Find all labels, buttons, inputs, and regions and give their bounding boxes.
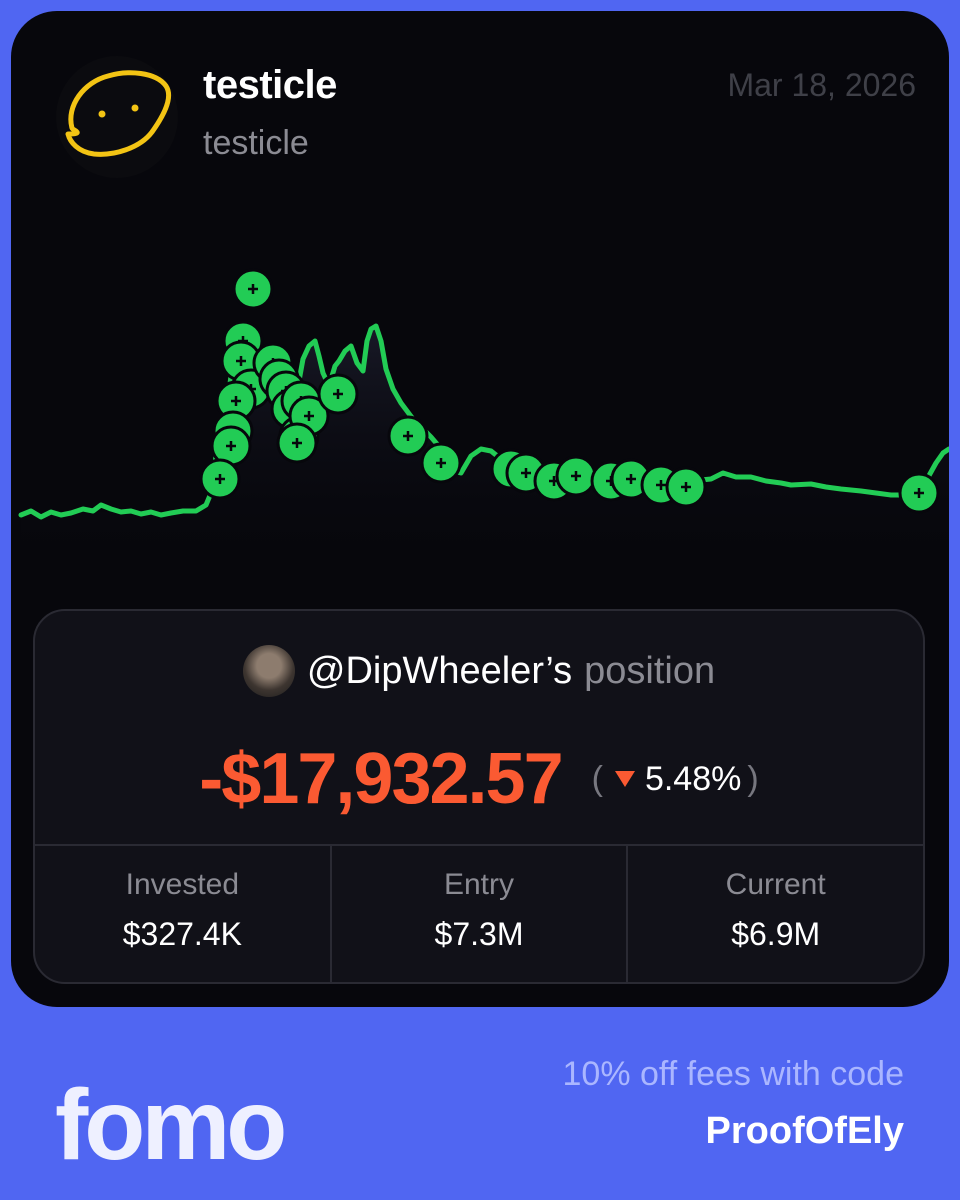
stat-value: $6.9M [731, 916, 821, 952]
price-chart [18, 268, 949, 571]
pnl-value: -$17,932.57 [199, 739, 563, 819]
paren-close: ) [747, 759, 759, 798]
stats-row: Invested $327.4K Entry $7.3M Current $6.… [35, 844, 923, 982]
stat-label: Invested [125, 868, 240, 901]
pnl-row: -$17,932.57 ( 5.48% ) [35, 729, 923, 829]
change-percent: 5.48% [644, 759, 742, 798]
promo-code[interactable]: ProofOfEly [706, 1110, 904, 1153]
position-card: testicle testicle Mar 18, 2026 @DipWheel… [11, 11, 949, 1007]
stat-entry: Entry $7.3M [332, 846, 629, 982]
promo-text: 10% off fees with code [562, 1055, 904, 1093]
token-name: testicle [203, 63, 337, 107]
stat-value: $327.4K [122, 916, 242, 952]
down-arrow-icon [614, 771, 635, 787]
stat-invested: Invested $327.4K [35, 846, 332, 982]
stat-label: Entry [443, 868, 515, 901]
position-label: position [584, 649, 716, 692]
stat-label: Current [725, 868, 826, 901]
snapshot-date: Mar 18, 2026 [727, 67, 916, 103]
token-ticker: testicle [203, 124, 309, 162]
avatar[interactable] [242, 645, 295, 697]
paren-open: ( [591, 759, 603, 798]
stat-value: $7.3M [434, 916, 524, 952]
change-badge: ( 5.48% ) [592, 760, 759, 799]
token-avatar [56, 56, 178, 178]
position-summary: @DipWheeler’s position -$17,932.57 ( 5.4… [33, 609, 925, 984]
stat-current: Current $6.9M [628, 846, 923, 982]
brand-logo: fomo [55, 1069, 287, 1181]
potato-face-icon [65, 70, 172, 157]
user-handle[interactable]: @DipWheeler’s [307, 650, 572, 693]
position-header: @DipWheeler’s position [35, 643, 923, 699]
